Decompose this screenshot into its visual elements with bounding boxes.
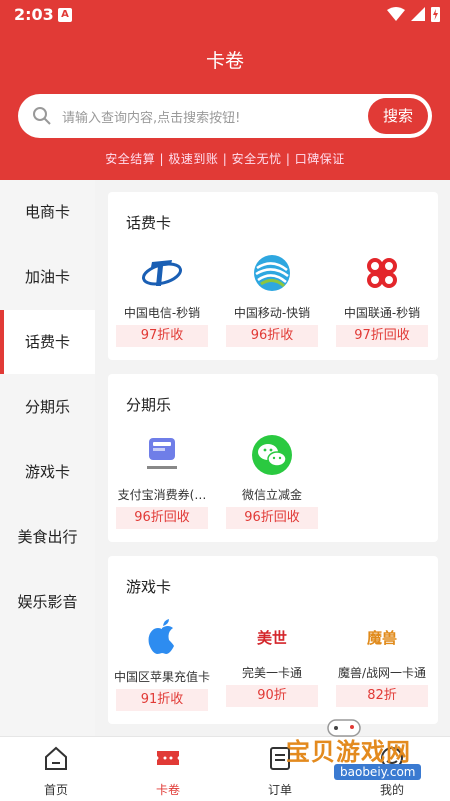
sidebar-item-entertainment[interactable]: 娱乐影音 [0,570,95,634]
status-bar: 2:03 A [0,0,450,30]
product-name: 中国联通-秒销 [343,306,421,320]
rate-badge: 91折收 [116,689,208,711]
sidebar-item-phone-credit[interactable]: 话费卡 [0,310,95,374]
product-warcraft-card[interactable]: 魔兽 魔兽/战网一卡通 82折 [334,616,430,707]
tab-ticket[interactable]: 卡卷 [128,745,208,798]
watermark-url: baobeiy.com [334,764,422,780]
sidebar-item-ecommerce[interactable]: 电商卡 [0,180,95,244]
alipay-coupon-logo [147,438,177,469]
sidebar-item-food-travel[interactable]: 美食出行 [0,505,95,569]
rate-badge: 82折 [336,685,428,707]
tab-home[interactable]: 首页 [16,745,96,798]
product-china-telecom[interactable]: 中国电信-秒销 97折收 [114,252,210,347]
product-perfect-card[interactable]: 美世 完美一卡通 90折 [224,616,320,707]
rate-badge: 90折 [226,685,318,707]
sidebar-item-game[interactable]: 游戏卡 [0,440,95,504]
search-button[interactable]: 搜索 [368,98,428,134]
wechat-logo [252,435,292,475]
sidebar-item-fenqile[interactable]: 分期乐 [0,375,95,439]
china-telecom-logo [142,260,182,286]
section-title: 游戏卡 [126,578,172,596]
product-name: 完美一卡通 [241,666,302,680]
search-icon [33,107,51,125]
rate-badge: 96折回收 [226,507,318,529]
header: 2:03 A 卡卷 请输入查询内容,点击搜索按钮! 搜索 安全结算 | 极速到账… [0,0,450,180]
product-name: 中国移动-快销 [233,306,311,320]
warcraft-logo: 魔兽 [366,628,397,647]
apple-logo [148,619,174,654]
product-name: 中国电信-秒销 [123,306,201,320]
rate-badge: 97折收 [116,325,208,347]
rate-badge: 96折回收 [116,507,208,529]
home-icon [45,746,67,770]
product-name: 支付宝消费券(… [117,488,207,502]
sidebar-item-fuel[interactable]: 加油卡 [0,245,95,309]
section-phone-credit: 话费卡 中国电信-秒销 97折收 中国移动-快销 96折收 中国联通-秒销 97… [108,192,438,360]
perfect-world-logo: 美世 [256,630,287,647]
slogan: 安全结算 | 极速到账 | 安全无忧 | 口碑保证 [105,152,345,166]
search-bar[interactable]: 请输入查询内容,点击搜索按钮! 搜索 [18,94,432,138]
status-time: 2:03 [14,5,54,24]
product-name: 魔兽/战网一卡通 [337,666,427,680]
product-china-mobile[interactable]: 中国移动-快销 96折收 [224,252,320,347]
china-mobile-logo [254,255,290,291]
search-input[interactable]: 请输入查询内容,点击搜索按钮! [62,107,240,126]
signal-icon [411,7,425,21]
watermark-text: 宝贝游戏网 [286,738,411,766]
china-unicom-logo [367,258,397,288]
category-sidebar: 电商卡 加油卡 话费卡 分期乐 游戏卡 美食出行 娱乐影音 [0,180,95,736]
section-game-card: 游戏卡 中国区苹果充值卡 91折收 美世 完美一卡通 90折 魔兽 魔兽/战网一… [108,556,438,724]
product-apple-card[interactable]: 中国区苹果充值卡 91折收 [114,616,210,711]
ticket-icon [157,751,179,765]
rate-badge: 97折回收 [336,325,428,347]
battery-icon [431,7,440,22]
product-name: 中国区苹果充值卡 [114,670,210,684]
product-alipay-coupon[interactable]: 支付宝消费券(… 96折回收 [114,434,210,529]
page-title: 卡卷 [205,50,244,72]
product-name: 微信立减金 [241,488,302,502]
section-title: 分期乐 [126,396,172,414]
notification-icon: A [58,8,72,22]
product-wechat-discount[interactable]: 微信立减金 96折回收 [224,434,320,529]
wifi-icon [387,7,405,21]
watermark: 宝贝游戏网 baobeiy.com [278,716,448,794]
section-title: 话费卡 [126,214,172,232]
product-china-unicom[interactable]: 中国联通-秒销 97折回收 [334,252,430,347]
rate-badge: 96折收 [226,325,318,347]
section-fenqile: 分期乐 支付宝消费券(… 96折回收 微信立减金 96折回收 [108,374,438,542]
